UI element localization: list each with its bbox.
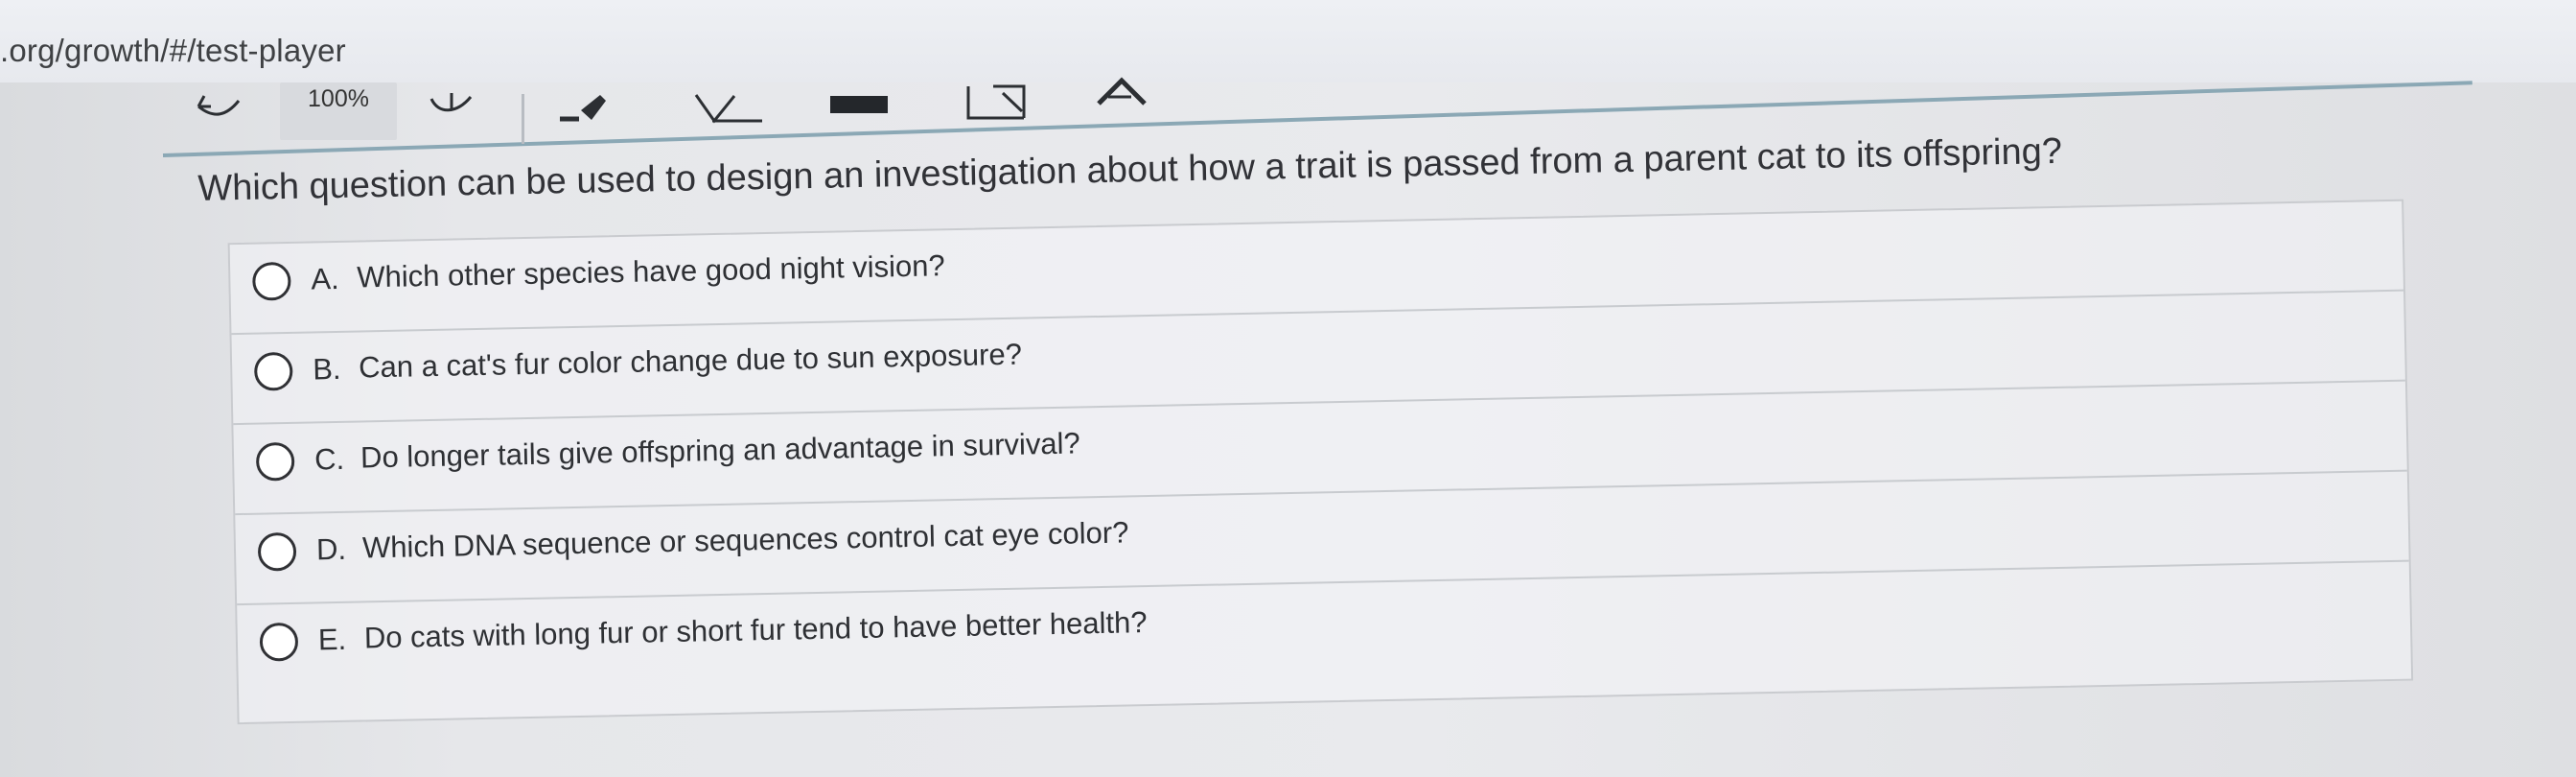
radio-button-e[interactable] <box>259 622 299 662</box>
box-icon[interactable] <box>959 75 1039 130</box>
option-letter-c: C. <box>313 441 345 477</box>
line-icon[interactable] <box>823 88 895 119</box>
zoom-level[interactable]: 100% <box>280 82 397 140</box>
radio-button-d[interactable] <box>257 531 297 572</box>
address-bar[interactable]: .org/growth/#/test-player <box>0 0 2576 82</box>
highlighter-icon[interactable] <box>550 85 617 137</box>
option-text-e[interactable]: Do cats with long fur or short fur tend … <box>363 603 1148 657</box>
answer-options: A. Which other species have good night v… <box>227 199 2414 725</box>
radio-button-b[interactable] <box>253 351 293 391</box>
down-arrow-icon[interactable] <box>422 87 483 135</box>
test-player-screen: .org/growth/#/test-player 100% Which que… <box>0 0 2576 777</box>
triangle-icon[interactable] <box>1091 73 1152 113</box>
option-letter-d: D. <box>315 531 347 567</box>
option-letter-e: E. <box>317 622 347 657</box>
toolbar-separator <box>522 94 524 144</box>
option-text-c[interactable]: Do longer tails give offspring an advant… <box>360 424 1080 477</box>
radio-button-a[interactable] <box>251 261 291 301</box>
option-text-d[interactable]: Which DNA sequence or sequences control … <box>362 513 1129 567</box>
option-letter-b: B. <box>312 351 341 387</box>
url-text[interactable]: .org/growth/#/test-player <box>0 33 346 69</box>
left-arrow-icon[interactable] <box>190 89 247 135</box>
option-letter-a: A. <box>311 261 339 296</box>
option-text-a[interactable]: Which other species have good night visi… <box>357 247 945 296</box>
option-text-b[interactable]: Can a cat's fur color change due to sun … <box>359 336 1022 388</box>
checkmark-icon[interactable] <box>690 87 769 135</box>
radio-button-c[interactable] <box>255 441 295 482</box>
question-area: Which question can be used to design an … <box>190 123 2435 758</box>
